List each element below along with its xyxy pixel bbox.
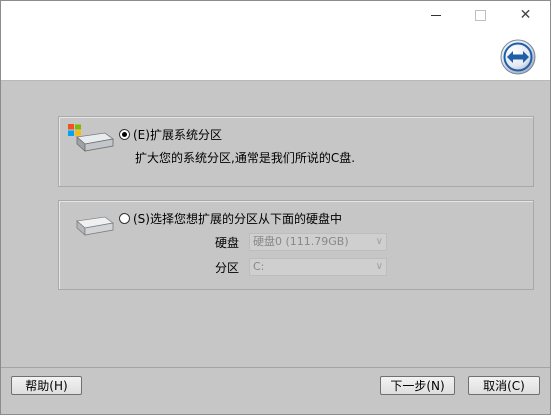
disk-select: 硬盘0 (111.79GB) ∨ (249, 233, 387, 251)
double-arrow-logo-icon (500, 39, 536, 75)
option-group-expand-system: (E)扩展系统分区 扩大您的系统分区,通常是我们所说的C盘. (58, 116, 534, 187)
cancel-button[interactable]: 取消(C) (468, 376, 540, 395)
wizard-content: (E)扩展系统分区 扩大您的系统分区,通常是我们所说的C盘. (S)选择您想扩展… (1, 81, 550, 367)
option-label: (S)选择您想扩展的分区从下面的硬盘中 (133, 212, 342, 226)
next-button[interactable]: 下一步(N) (380, 376, 455, 395)
disk-label: 硬盘 (215, 235, 240, 250)
chevron-down-icon: ∨ (375, 236, 383, 247)
radio-expand-system[interactable]: (E)扩展系统分区 (119, 126, 222, 143)
disk-field-row: 硬盘 硬盘0 (111.79GB) ∨ (215, 233, 387, 251)
partition-field-row: 分区 C: ∨ (215, 258, 387, 276)
close-icon: ✕ (519, 7, 532, 23)
option-label: (E)扩展系统分区 (133, 128, 222, 142)
radio-button-checked[interactable] (119, 129, 130, 140)
wizard-header (1, 29, 550, 81)
help-button[interactable]: 帮助(H) (11, 376, 82, 395)
close-button[interactable]: ✕ (503, 1, 548, 29)
option-description: 扩大您的系统分区,通常是我们所说的C盘. (135, 151, 356, 165)
option-group-select-partition: (S)选择您想扩展的分区从下面的硬盘中 硬盘 硬盘0 (111.79GB) ∨ … (58, 200, 534, 290)
partition-label: 分区 (215, 260, 240, 275)
chevron-down-icon: ∨ (375, 261, 383, 272)
drive-icon (76, 216, 114, 236)
wizard-window: ✕ (E)扩展系统分区 扩大您的系统分区,通常是我们所说的C盘. (S)选择您想… (0, 0, 551, 415)
partition-select-value: C: (253, 260, 265, 273)
title-bar: ✕ (1, 1, 550, 29)
minimize-button[interactable] (413, 1, 458, 29)
partition-select: C: ∨ (249, 258, 387, 276)
disk-select-value: 硬盘0 (111.79GB) (253, 235, 349, 248)
maximize-button (458, 1, 503, 29)
wizard-footer: 帮助(H) 下一步(N) 取消(C) (1, 367, 550, 414)
radio-select-partition[interactable]: (S)选择您想扩展的分区从下面的硬盘中 (119, 210, 342, 227)
windows-drive-icon (68, 124, 114, 152)
maximize-icon (475, 9, 486, 21)
radio-button-unchecked[interactable] (119, 213, 130, 224)
minimize-icon (430, 14, 441, 16)
